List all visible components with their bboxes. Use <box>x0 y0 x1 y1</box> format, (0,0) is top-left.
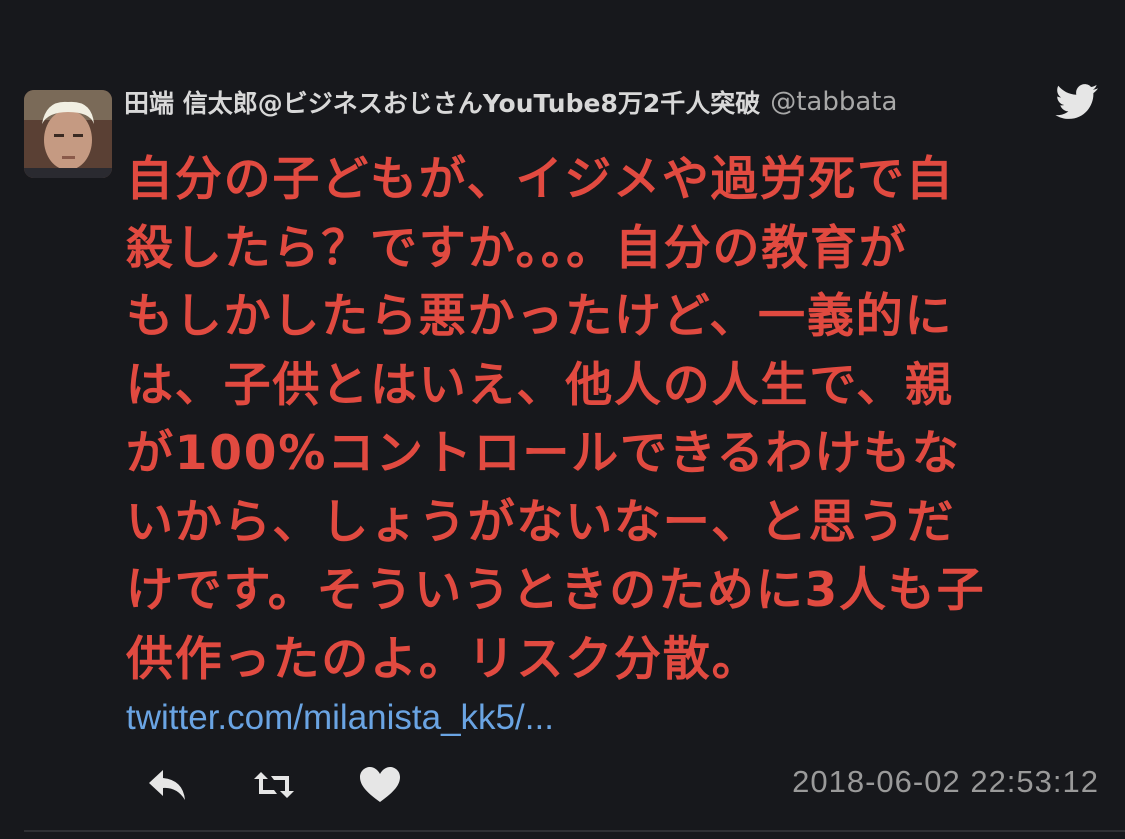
tweet-body-line: 供作ったのよ。リスク分散。 <box>126 631 761 687</box>
tweet-actions <box>140 760 458 810</box>
tweet-body-line: 自分の子どもが、イジメや過労死で自 <box>126 152 955 207</box>
like-button[interactable] <box>352 760 408 810</box>
tweet-body-line: いから、しょうがないなー、と思うだ <box>126 494 956 550</box>
reply-icon <box>149 770 185 800</box>
retweet-icon <box>254 772 294 798</box>
avatar[interactable] <box>24 90 112 178</box>
tweet-body-line: けです。そういうときのために3人も子 <box>126 563 986 618</box>
tweet-body-line: 殺したら？ですか。。。自分の教育が <box>126 220 908 276</box>
tweet-body-line: は、子供とはいえ、他人の人生で、親 <box>126 357 954 413</box>
tweet-body-line: が100%コントロールできるわけもな <box>126 426 961 481</box>
tweet-link[interactable]: twitter.com/milanista_kk5/... <box>126 698 554 738</box>
tweet-header: 田端 信太郎@ビジネスおじさんYouTube8万2千人突破 @tabbata <box>124 84 897 120</box>
tweet-body-line: もしかしたら悪かったけど、一義的に <box>126 289 954 344</box>
avatar-photo-icon <box>24 90 112 178</box>
tweet-timestamp[interactable]: 2018-06-02 22:53:12 <box>792 764 1099 800</box>
author-handle[interactable]: @tabbata <box>770 87 897 117</box>
heart-icon <box>360 767 400 802</box>
divider <box>24 830 1125 832</box>
twitter-bird-icon <box>1054 84 1100 120</box>
tweet-body: 自分の子どもが、イジメや過労死で自 殺したら？ですか。。。自分の教育が もしかし… <box>126 146 1101 694</box>
reply-button[interactable] <box>140 760 196 810</box>
tweet-card: 田端 信太郎@ビジネスおじさんYouTube8万2千人突破 @tabbata 自… <box>0 0 1125 839</box>
retweet-button[interactable] <box>246 760 302 810</box>
author-display-name[interactable]: 田端 信太郎@ビジネスおじさんYouTube8万2千人突破 <box>124 84 760 120</box>
